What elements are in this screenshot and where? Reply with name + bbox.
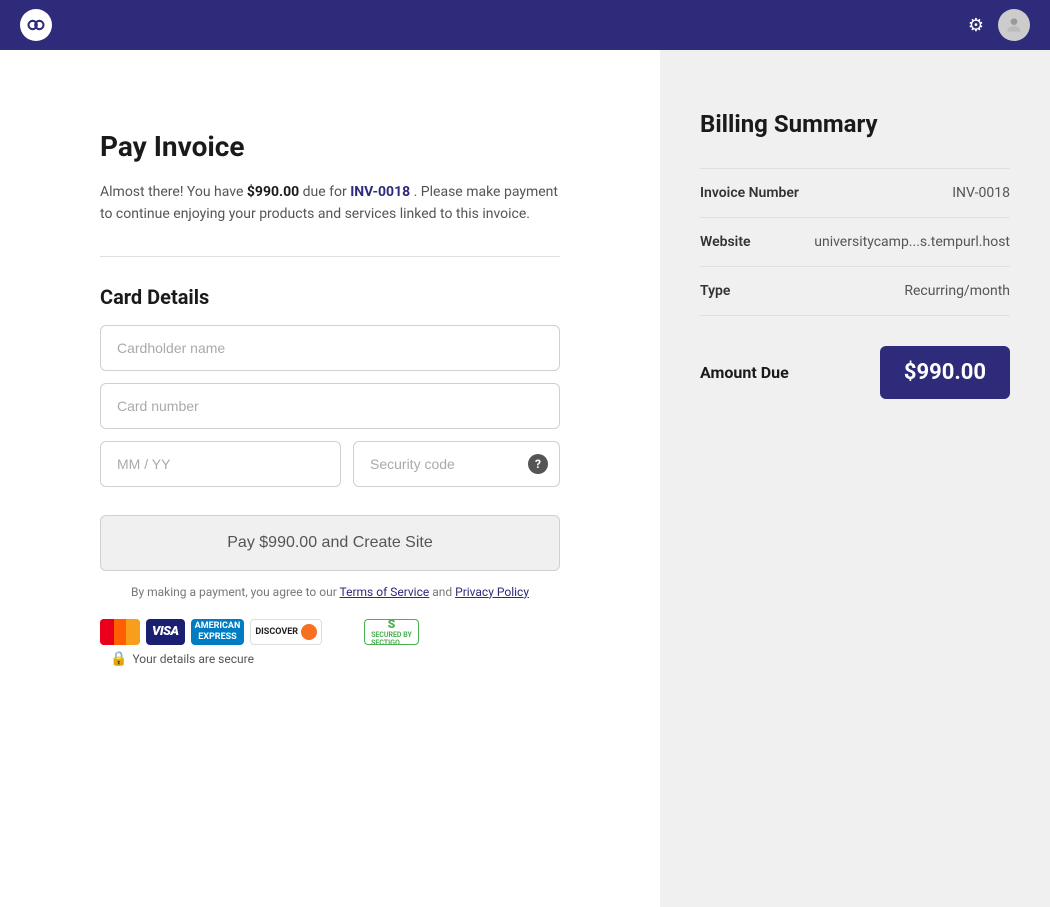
page-layout: Pay Invoice Almost there! You have $990.… (0, 50, 1050, 907)
terms-prefix: By making a payment, you agree to our (131, 585, 340, 599)
terms-text: By making a payment, you agree to our Te… (100, 585, 560, 599)
billing-sidebar: Billing Summary Invoice Number INV-0018 … (660, 50, 1050, 907)
cardholder-input[interactable] (100, 325, 560, 371)
amount-due-row: Amount Due $990.00 (700, 346, 1010, 399)
subtitle-invoice: INV-0018 (350, 184, 410, 200)
secure-text: Your details are secure (132, 652, 254, 666)
invoice-number-value: INV-0018 (952, 185, 1010, 201)
privacy-link[interactable]: Privacy Policy (455, 585, 529, 599)
subtitle-mid: due for (299, 184, 350, 200)
expiry-security-row: ? (100, 441, 560, 487)
card-number-field-group (100, 383, 560, 429)
sectigo-badge: S SECURED BYSECTIGO (364, 619, 419, 645)
type-row: Type Recurring/month (700, 267, 1010, 316)
invoice-number-label: Invoice Number (700, 185, 799, 201)
security-help-icon[interactable]: ? (528, 454, 548, 474)
avatar[interactable] (998, 9, 1030, 41)
lock-icon: 🔒 (110, 651, 127, 667)
page-title: Pay Invoice (100, 130, 560, 163)
amex-logo: AMERICANEXPRESS (191, 619, 245, 645)
cardholder-field-group (100, 325, 560, 371)
visa-logo: VISA (146, 619, 185, 645)
expiry-input[interactable] (100, 441, 341, 487)
amount-due-value: $990.00 (880, 346, 1010, 399)
nav-right: ⚙ (968, 9, 1030, 41)
footer-badges: VISA AMERICANEXPRESS DISCOVER S SECURED … (100, 619, 560, 667)
website-label: Website (700, 234, 751, 250)
website-value: universitycamp...s.tempurl.host (814, 234, 1010, 250)
subtitle-prefix: Almost there! You have (100, 184, 247, 200)
pay-button[interactable]: Pay $990.00 and Create Site (100, 515, 560, 571)
card-number-input[interactable] (100, 383, 560, 429)
invoice-number-row: Invoice Number INV-0018 (700, 168, 1010, 218)
main-content: Pay Invoice Almost there! You have $990.… (0, 50, 660, 907)
app-logo[interactable] (20, 9, 52, 41)
security-code-group: ? (353, 441, 560, 487)
terms-mid: and (429, 585, 455, 599)
divider (100, 256, 560, 257)
mastercard-logo (100, 619, 140, 645)
subtitle-amount: $990.00 (247, 184, 299, 200)
card-details-title: Card Details (100, 285, 560, 309)
subtitle: Almost there! You have $990.00 due for I… (100, 181, 560, 226)
type-value: Recurring/month (904, 283, 1010, 299)
website-row: Website universitycamp...s.tempurl.host (700, 218, 1010, 267)
type-label: Type (700, 283, 730, 299)
terms-link[interactable]: Terms of Service (340, 585, 430, 599)
secure-badge: 🔒 Your details are secure (110, 651, 254, 667)
settings-icon[interactable]: ⚙ (968, 15, 984, 36)
amount-due-label: Amount Due (700, 363, 789, 382)
billing-summary-title: Billing Summary (700, 110, 1010, 138)
discover-logo: DISCOVER (250, 619, 322, 645)
top-navigation: ⚙ (0, 0, 1050, 50)
